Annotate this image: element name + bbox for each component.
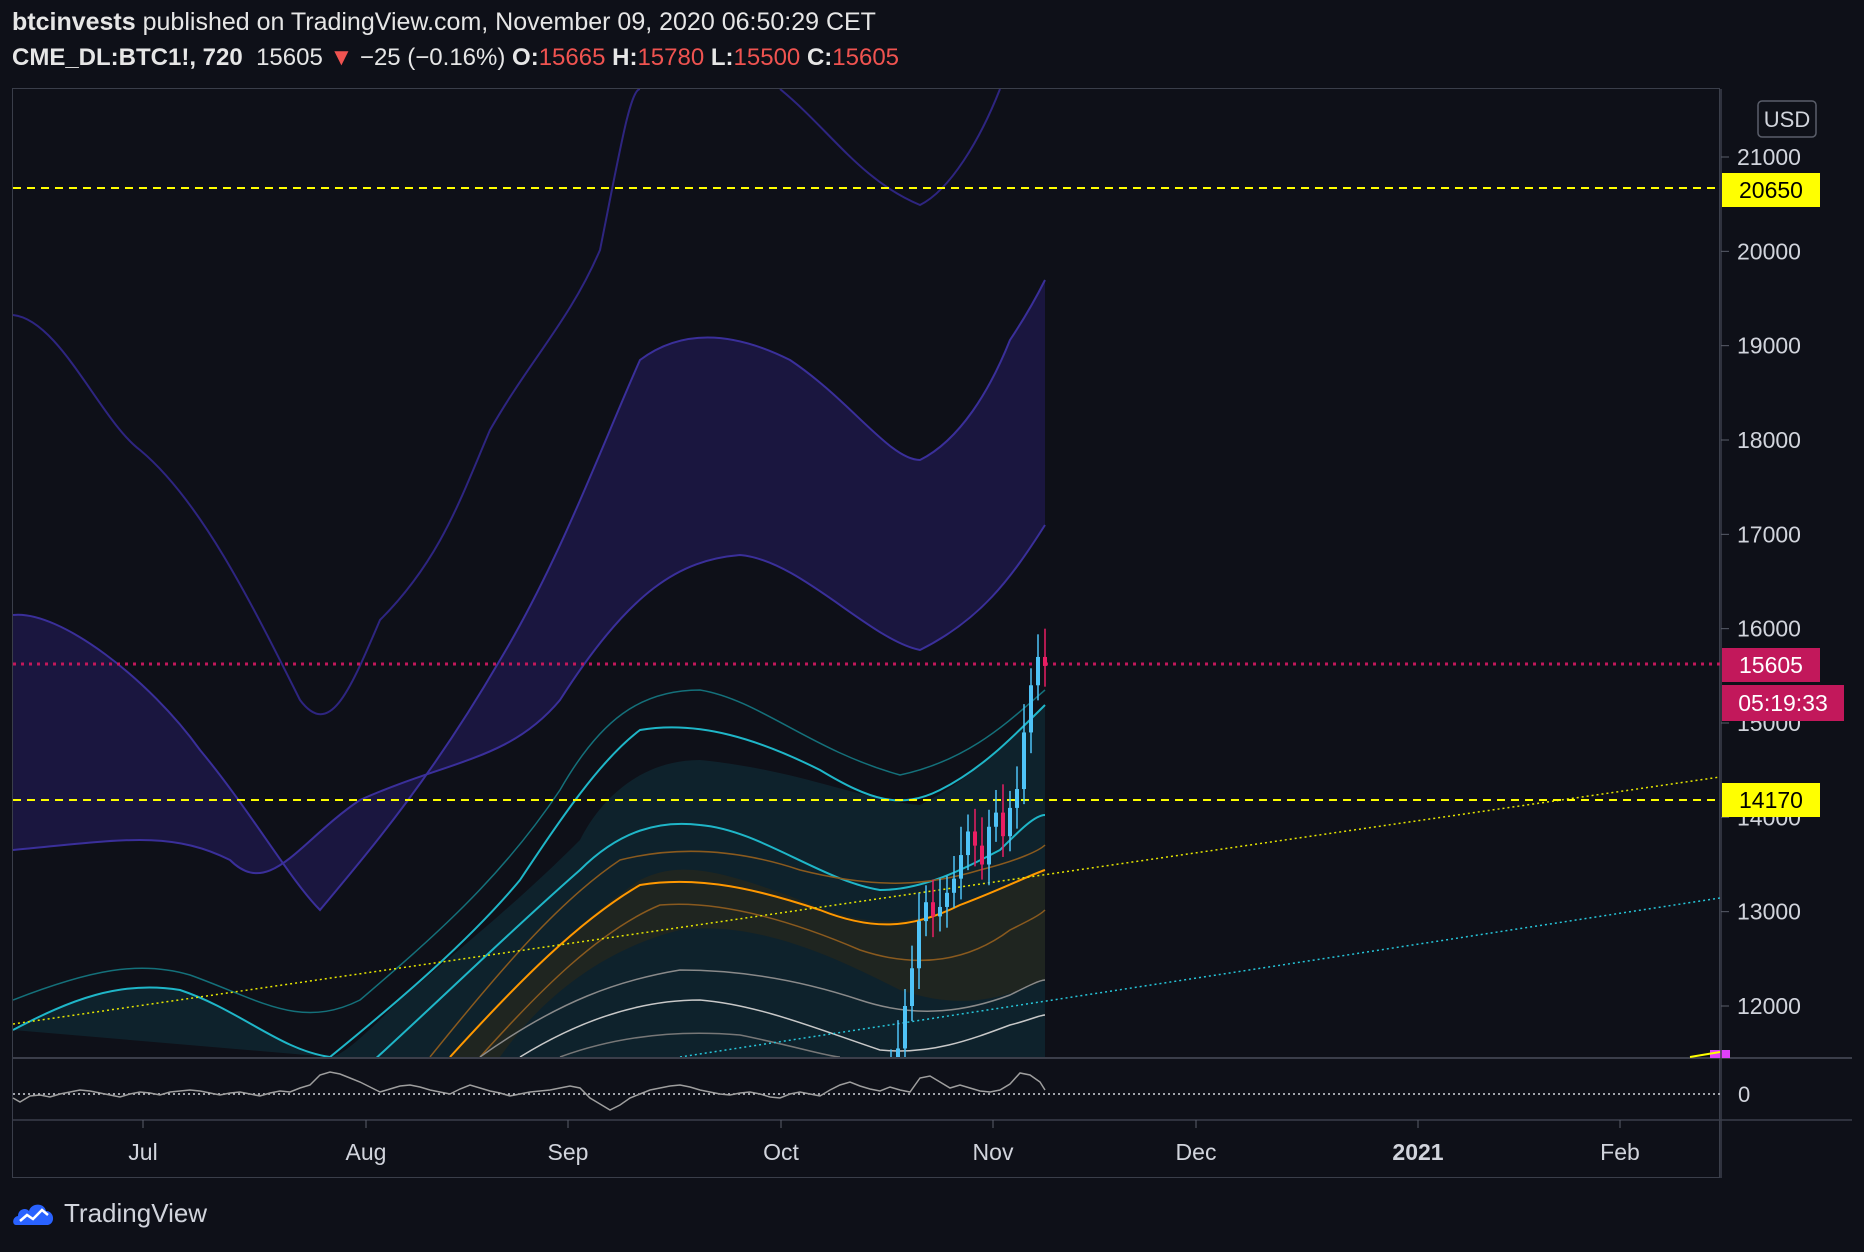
candle-body <box>1022 732 1026 790</box>
time-tick-label: Sep <box>548 1139 589 1165</box>
currency-label[interactable]: USD <box>1764 107 1810 132</box>
level-20650-label: 20650 <box>1739 177 1803 203</box>
candle-body <box>980 845 984 865</box>
price-tick-label: 20000 <box>1737 238 1801 264</box>
candle-body <box>1029 685 1033 733</box>
candle-body <box>994 812 998 827</box>
oscillator-zero-label: 0 <box>1738 1082 1750 1107</box>
footer-brand[interactable]: TradingView <box>12 1198 207 1229</box>
candle-body <box>1043 656 1047 666</box>
price-tick-label: 16000 <box>1737 616 1801 642</box>
price-tick-label: 18000 <box>1737 427 1801 453</box>
price-tick-label: 17000 <box>1737 521 1801 547</box>
price-axis[interactable]: 2100020000190001800017000160001500014000… <box>1721 144 1801 1019</box>
candle-body <box>931 902 935 917</box>
candle-body <box>1008 807 1012 837</box>
time-tick-label: Nov <box>973 1139 1014 1165</box>
candle-body <box>1036 656 1040 686</box>
candle-body <box>896 1048 900 1057</box>
candle-body <box>903 1006 907 1049</box>
footer-brand-text: TradingView <box>64 1198 208 1228</box>
tradingview-logo-icon <box>13 1204 54 1225</box>
countdown-label: 05:19:33 <box>1738 690 1828 716</box>
oscillator-histogram <box>12 1071 1046 1111</box>
time-tick-label: 2021 <box>1392 1139 1443 1165</box>
candle-body <box>973 831 977 846</box>
level-14170-label: 14170 <box>1739 787 1803 813</box>
indicator-bands <box>13 89 1046 1057</box>
candle-body <box>924 902 928 922</box>
candle-body <box>1015 789 1019 808</box>
candle-body <box>938 906 942 917</box>
price-tick-label: 19000 <box>1737 333 1801 359</box>
candle-body <box>917 921 921 969</box>
candle-body <box>959 855 963 879</box>
time-axis[interactable]: Jul Aug Sep Oct Nov Dec 2021 Feb <box>128 1120 1640 1165</box>
candle-body <box>1001 812 1005 837</box>
candle-body <box>910 968 914 1006</box>
time-tick-label: Oct <box>763 1139 799 1165</box>
time-tick-label: Jul <box>128 1139 157 1165</box>
candle-body <box>952 878 956 893</box>
oscillator-pane[interactable]: 0 <box>12 1050 1750 1111</box>
price-tick-label: 13000 <box>1737 899 1801 925</box>
last-price-label: 15605 <box>1739 652 1803 678</box>
candle-body <box>987 826 991 865</box>
time-tick-label: Dec <box>1176 1139 1217 1165</box>
price-tick-label: 12000 <box>1737 993 1801 1019</box>
price-tick-label: 21000 <box>1737 144 1801 170</box>
time-tick-label: Aug <box>346 1139 387 1165</box>
candle-body <box>945 892 949 907</box>
candle-body <box>966 831 970 856</box>
candle-body <box>882 1091 886 1100</box>
price-chart[interactable]: 0 21000200001900018000170001600015000140… <box>0 0 1864 1252</box>
time-tick-label: Feb <box>1600 1139 1640 1165</box>
